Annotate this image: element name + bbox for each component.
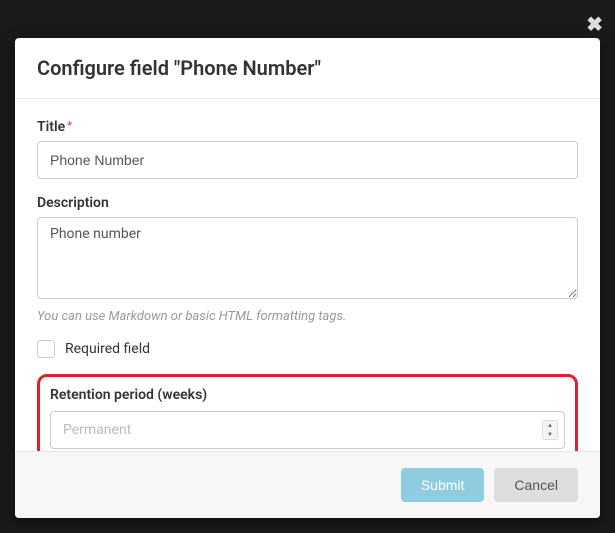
required-indicator-icon: * [67,119,72,132]
description-group: Description Phone number You can use Mar… [37,195,578,324]
title-group: Title* [37,119,578,179]
required-label: Required field [65,341,150,357]
title-label-text: Title [37,119,65,135]
modal: Configure field "Phone Number" Title* De… [15,38,600,518]
required-group: Required field [37,340,578,358]
retention-highlight: Retention period (weeks) Permanent ▲ ▼ [37,374,578,451]
description-textarea[interactable]: Phone number [37,217,578,299]
description-help: You can use Markdown or basic HTML forma… [37,309,578,324]
spinner-down-icon[interactable]: ▼ [543,430,557,439]
retention-label: Retention period (weeks) [50,387,565,403]
modal-header: Configure field "Phone Number" [15,38,600,99]
spinner-up-icon[interactable]: ▲ [543,421,557,430]
spinner-controls: ▲ ▼ [542,420,558,440]
modal-title: Configure field "Phone Number" [37,56,578,80]
modal-body: Title* Description Phone number You can … [15,99,600,451]
title-input[interactable] [37,141,578,179]
retention-input[interactable]: Permanent ▲ ▼ [50,411,565,449]
retention-placeholder: Permanent [63,422,552,438]
modal-footer: Submit Cancel [15,451,600,518]
close-icon[interactable]: ✖ [586,12,603,36]
description-label: Description [37,195,578,211]
title-label: Title* [37,119,578,135]
required-checkbox[interactable] [37,340,55,358]
submit-button[interactable]: Submit [401,468,485,502]
cancel-button[interactable]: Cancel [494,468,578,502]
